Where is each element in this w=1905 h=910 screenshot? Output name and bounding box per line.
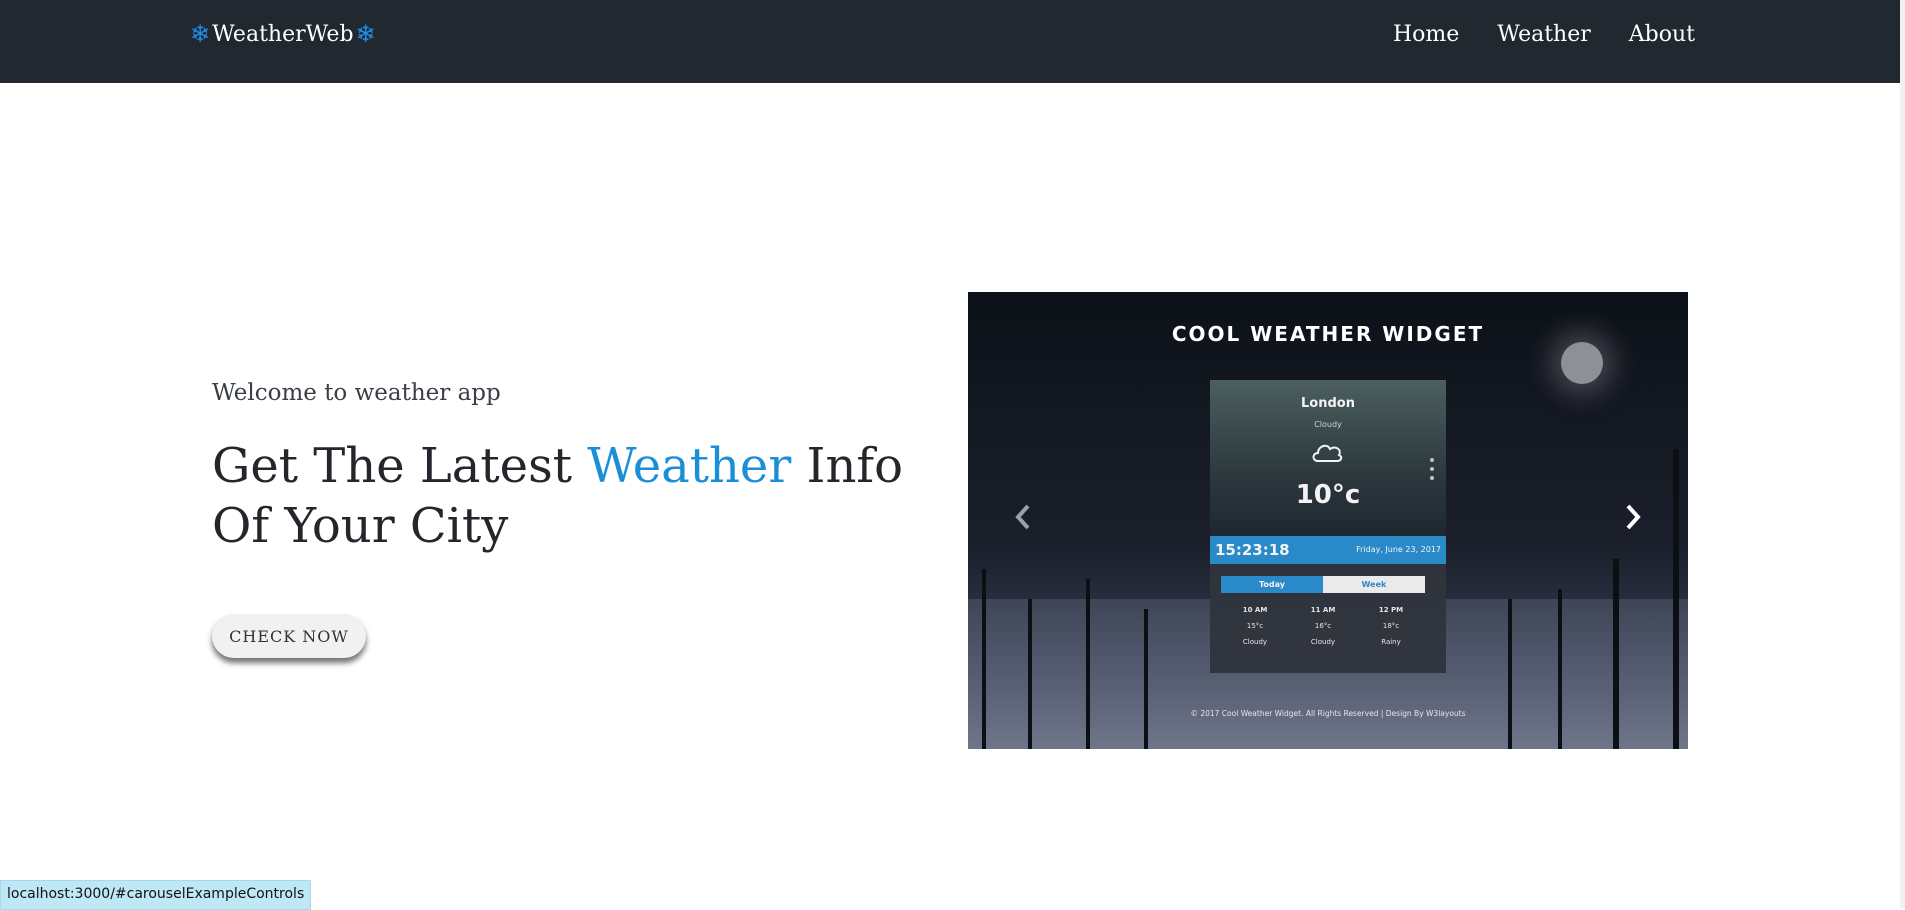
headline-part: Get The Latest <box>212 438 588 494</box>
forecast-hour: 12 PM <box>1378 606 1404 614</box>
headline-accent: Weather <box>587 438 792 494</box>
clock-time: 15:23:18 <box>1215 541 1290 559</box>
forecast-column: 10 AM 15°c Cloudy <box>1221 606 1289 654</box>
status-bar-url: localhost:3000/#carouselExampleControls <box>0 880 312 910</box>
more-vertical-icon[interactable] <box>1430 458 1434 485</box>
navbar: ❄ WeatherWeb ❄ Home Weather About <box>0 0 1900 83</box>
condition-text: Cloudy <box>1314 420 1342 429</box>
forecast-condition: Cloudy <box>1242 638 1268 646</box>
forecast-temp: 16°c <box>1314 622 1332 630</box>
tree <box>1028 599 1032 749</box>
hero-section: Welcome to weather app Get The Latest We… <box>212 380 912 658</box>
hero-headline: Get The Latest Weather Info Of Your City <box>212 436 912 556</box>
tab-week[interactable]: Week <box>1323 576 1425 593</box>
tree <box>1086 579 1090 749</box>
clock-date: Friday, June 23, 2017 <box>1356 545 1441 554</box>
tree <box>1144 609 1148 749</box>
moon <box>1561 342 1603 384</box>
nav-link-about[interactable]: About <box>1629 22 1695 47</box>
nav-links: Home Weather About <box>1393 22 1695 47</box>
welcome-text: Welcome to weather app <box>212 380 501 406</box>
tree <box>1613 559 1619 749</box>
forecast-column: 12 PM 18°c Rainy <box>1357 606 1425 654</box>
forecast-temp: 15°c <box>1246 622 1264 630</box>
nav-link-home[interactable]: Home <box>1393 22 1459 47</box>
carousel: COOL WEATHER WIDGET London Cloudy 10°c 1… <box>968 292 1688 749</box>
hourly-forecast: 10 AM 15°c Cloudy 11 AM 16°c Cloudy 12 P… <box>1221 606 1425 654</box>
forecast-condition: Cloudy <box>1310 638 1336 646</box>
tab-today[interactable]: Today <box>1221 576 1323 593</box>
snowflake-icon: ❄ <box>190 20 211 48</box>
chevron-right-icon <box>1626 504 1641 530</box>
temperature: 10°c <box>1295 480 1361 510</box>
time-bar: 15:23:18 Friday, June 23, 2017 <box>1210 536 1446 564</box>
brand-name: WeatherWeb <box>212 21 354 47</box>
widget-city-panel: London Cloudy 10°c <box>1210 380 1446 536</box>
cloud-icon <box>1312 444 1343 462</box>
chevron-left-icon <box>1015 504 1030 530</box>
nav-link-weather[interactable]: Weather <box>1497 22 1591 47</box>
check-now-button[interactable]: CHECK NOW <box>212 614 366 658</box>
forecast-hour: 11 AM <box>1310 606 1336 614</box>
forecast-temp: 18°c <box>1382 622 1400 630</box>
forecast-hour: 10 AM <box>1242 606 1268 614</box>
widget-title: COOL WEATHER WIDGET <box>1171 322 1485 346</box>
forecast-tabs: Today Week <box>1221 576 1425 593</box>
page-scrollbar[interactable] <box>1900 0 1905 908</box>
forecast-condition: Rainy <box>1381 638 1401 646</box>
tree <box>1673 449 1679 749</box>
snowflake-icon: ❄ <box>355 20 376 48</box>
carousel-prev-button[interactable] <box>1003 497 1043 537</box>
city-name: London <box>1301 396 1355 411</box>
tree <box>1508 599 1512 749</box>
brand-logo[interactable]: ❄ WeatherWeb ❄ <box>190 20 376 48</box>
weather-widget: London Cloudy 10°c 15:23:18 Friday, June… <box>1210 380 1446 673</box>
tree <box>982 569 986 749</box>
carousel-next-button[interactable] <box>1613 497 1653 537</box>
widget-copyright: © 2017 Cool Weather Widget. All Rights R… <box>1190 709 1466 718</box>
tree <box>1558 589 1562 749</box>
forecast-column: 11 AM 16°c Cloudy <box>1289 606 1357 654</box>
